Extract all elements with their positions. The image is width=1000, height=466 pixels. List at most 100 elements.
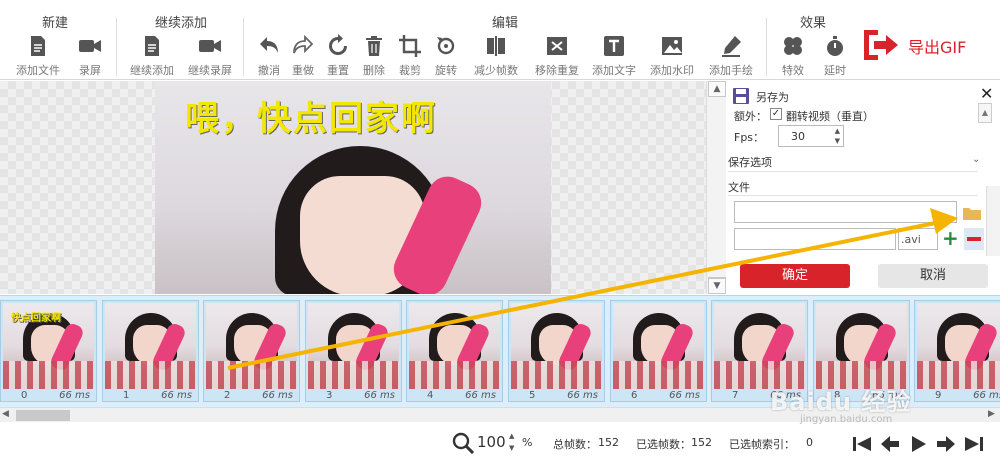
add-text-button[interactable]: 添加文字 [584,34,644,78]
plus-icon[interactable]: + [942,227,959,249]
add-watermark-button[interactable]: 添加水印 [642,34,702,78]
selected-frames-label: 已选帧数： [636,438,691,451]
stopwatch-icon [805,34,865,60]
frame-duration: 66 ms [973,390,1000,401]
file-icon [122,34,182,60]
continue-record-button[interactable]: 继续录屏 [180,34,240,78]
selected-frames-value: 152 [691,436,712,449]
frame-index: 9 [935,390,942,401]
zoom-unit: % [522,436,533,449]
reduce-frames-button[interactable]: 减少帧数 [466,34,526,78]
shirt-shape [917,361,1000,389]
preview-caption: 喂，快点回家啊 [185,99,437,139]
delay-button[interactable]: 延时 [805,34,865,78]
frame-image [917,303,1000,389]
panel-scroll-up-button[interactable]: ▲ [978,103,992,123]
close-icon[interactable]: ✕ [980,84,993,103]
previous-frame-button[interactable] [879,434,901,454]
frame-thumbnail[interactable]: 6 66 ms [610,300,707,402]
frame-image [409,303,500,389]
scrollbar-thumb[interactable] [16,410,70,421]
frame-thumbnail[interactable]: 1 66 ms [102,300,199,402]
skip-first-icon [853,437,871,451]
remove-button[interactable] [964,228,984,250]
export-gif-button[interactable]: 导出GIF [860,28,966,64]
next-frame-button[interactable] [935,434,957,454]
extra-label: 额外： [734,110,767,123]
chevron-down-icon[interactable]: ⌄ [972,154,980,165]
shirt-shape [511,361,602,389]
frame-thumbnail[interactable]: 9 66 ms [914,300,1000,402]
file-path-input[interactable] [734,201,957,223]
frame-index: 4 [427,390,434,401]
scroll-right-button[interactable]: ▶ [988,409,995,419]
remove-duplicates-button[interactable]: 移除重复 [527,34,587,78]
confirm-button[interactable]: 确定 [740,264,850,288]
frame-image [206,303,297,389]
remove-frame-icon [527,34,587,60]
last-frame-button[interactable] [963,434,985,454]
frame-caption: 快点回家啊 [11,313,61,324]
shirt-shape [105,361,196,389]
scroll-up-button[interactable]: ▲ [708,81,726,97]
frame-image: 快点回家啊 [3,303,94,389]
panel-title: 另存为 [756,91,789,104]
camera-icon [60,34,120,60]
play-icon [912,436,926,452]
fps-stepper-icon[interactable]: ▲ ▼ [835,126,840,146]
frame-index: 2 [224,390,231,401]
total-frames-label: 总帧数： [553,438,597,451]
watermark-icon [642,34,702,60]
frame-thumbnail[interactable]: 3 66 ms [305,300,402,402]
play-button[interactable] [907,434,929,454]
flip-video-label: 翻转视频（垂直） [786,110,874,123]
frame-index: 1 [123,390,130,401]
minus-icon [967,237,981,241]
frame-index: 6 [631,390,638,401]
frame-thumbnail[interactable]: 5 66 ms [508,300,605,402]
selected-index-value: 0 [806,436,813,449]
add-drawing-button[interactable]: 添加手绘 [701,34,761,78]
folder-icon[interactable] [962,205,982,221]
zoom-stepper[interactable]: ▲ ▼ [509,430,514,454]
frame-thumbnail[interactable]: 快点回家啊 0 66 ms [0,300,97,402]
frame-duration: 66 ms [465,390,496,401]
fps-input[interactable]: 30 ▲ ▼ [778,125,844,147]
save-icon [733,88,749,104]
cancel-button[interactable]: 取消 [878,264,988,288]
canvas-scroll-down-button[interactable]: ▼ [708,278,726,294]
fps-label: Fps： [734,131,765,144]
arrow-left-icon [881,436,899,452]
baidu-watermark: Baidu 经验 [770,388,912,416]
first-frame-button[interactable] [851,434,873,454]
frame-image [105,303,196,389]
frame-image [308,303,399,389]
scroll-left-button[interactable]: ◀ [2,409,9,419]
save-options-label: 保存选项 [728,156,772,169]
skip-last-icon [965,437,983,451]
preview-vertical-scrollbar[interactable]: ▲ ▼ [706,81,726,294]
frame-thumbnail[interactable]: 4 66 ms [406,300,503,402]
divider [728,171,978,172]
arrow-right-icon [937,436,955,452]
add-file-button[interactable]: 添加文件 [8,34,68,78]
file-name-input[interactable] [734,228,896,250]
preview-frame-image: 喂，快点回家啊 [155,81,551,294]
columns-icon [466,34,526,60]
flip-video-checkbox[interactable]: ✓ [770,108,782,120]
record-button[interactable]: 录屏 [60,34,120,78]
continue-add-button[interactable]: 继续添加 [122,34,182,78]
frame-index: 3 [326,390,333,401]
extension-select[interactable]: .avi [898,228,938,250]
total-frames-value: 152 [598,436,619,449]
pen-icon [701,34,761,60]
status-bar: 100 ▲ ▼ % 总帧数： 152 已选帧数： 152 已选帧索引： 0 [0,422,1000,466]
file-icon [8,34,68,60]
shirt-shape [206,361,297,389]
panel-scrollbar[interactable] [986,186,1000,256]
frame-thumbnail[interactable]: 2 66 ms [203,300,300,402]
group-title-effects: 效果 [800,16,827,31]
zoom-value[interactable]: 100 [477,433,506,451]
export-icon [860,27,900,66]
frame-duration: 66 ms [364,390,395,401]
